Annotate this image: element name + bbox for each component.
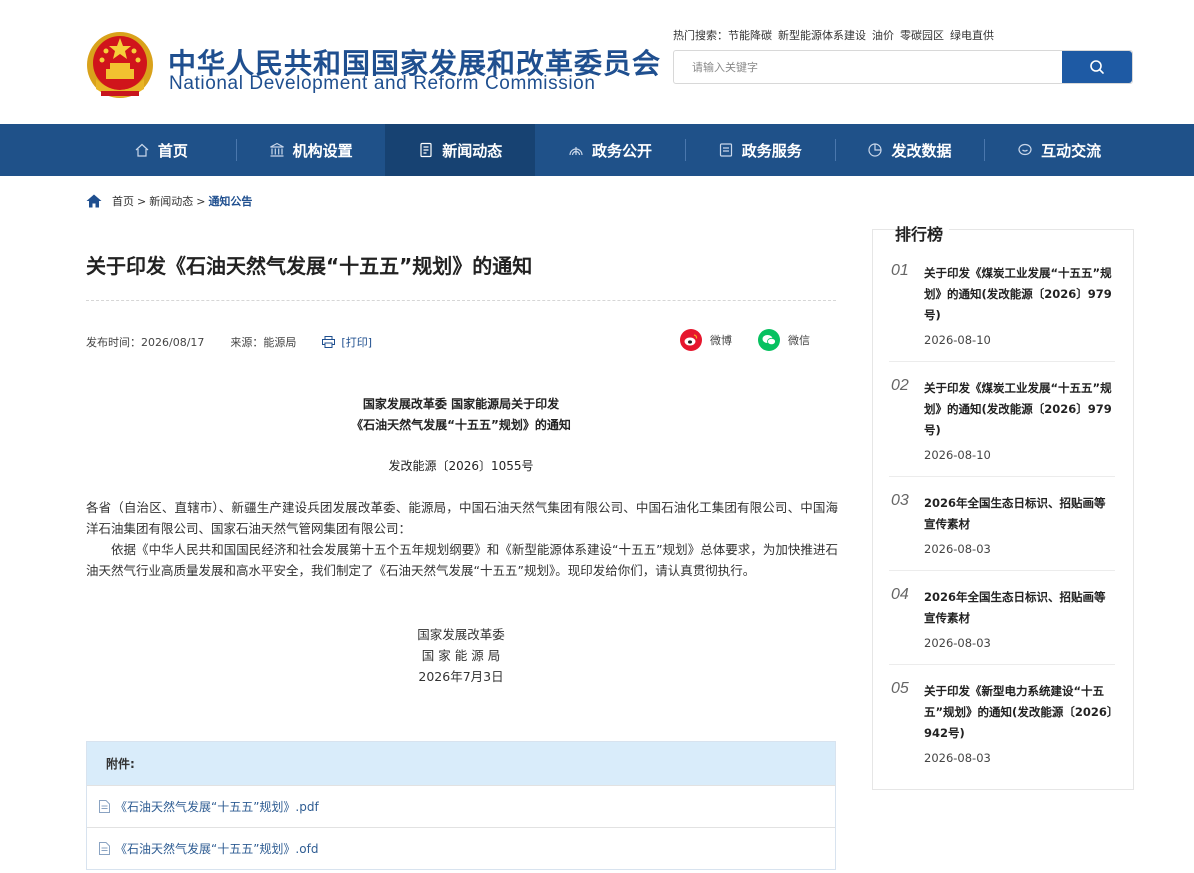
ranking-link[interactable]: 关于印发《煤炭工业发展“十五五”规划》的通知(发改能源〔2026〕979号) xyxy=(924,266,1112,322)
national-emblem-icon[interactable] xyxy=(86,29,154,101)
nav-item-label: 互动交流 xyxy=(1041,141,1102,160)
addressee: 各省（自治区、直辖市）、新疆生产建设兵团发展改革委、能源局，中国石油天然气集团有… xyxy=(86,500,838,536)
article-paragraph: 依据《中华人民共和国国民经济和社会发展第十五个五年规划纲要》和《新型能源体系建设… xyxy=(86,542,838,578)
search-input[interactable] xyxy=(674,51,1064,83)
search-icon xyxy=(1090,60,1104,74)
open-gov-icon xyxy=(569,147,583,156)
ranking-link[interactable]: 关于印发《新型电力系统建设“十五五”规划》的通知(发改能源〔2026〕942号) xyxy=(924,684,1113,740)
article-source: 来源：能源局 xyxy=(230,336,297,349)
hot-search-term[interactable]: 零碳园区 xyxy=(900,29,944,42)
share-weibo[interactable]: 微博 xyxy=(680,329,732,351)
hot-search-term[interactable]: 绿电直供 xyxy=(950,29,994,42)
nav-item-label: 机构设置 xyxy=(292,141,353,160)
ranking-item: 02 关于印发《煤炭工业发展“十五五”规划》的通知(发改能源〔2026〕979号… xyxy=(889,377,1115,477)
hot-search-term[interactable]: 节能降碳 xyxy=(728,29,772,42)
ranking-title: 排行榜 xyxy=(895,221,950,245)
attachment-link-pdf[interactable]: 《石油天然气发展“十五五”规划》.pdf xyxy=(87,785,835,827)
ranking-number: 04 xyxy=(891,586,909,603)
nav-item-interaction[interactable]: 互动交流 xyxy=(984,124,1134,176)
ranking-link[interactable]: 2026年全国生态日标识、招贴画等宣传素材 xyxy=(924,496,1106,531)
ranking-date: 2026-08-03 xyxy=(924,542,991,556)
ranking-date: 2026-08-03 xyxy=(924,751,991,765)
home-icon[interactable] xyxy=(86,194,102,208)
site-header: 中华人民共和国国家发展和改革委员会 National Development a… xyxy=(0,0,1194,124)
weibo-icon xyxy=(680,329,702,351)
ranking-item: 01 关于印发《煤炭工业发展“十五五”规划》的通知(发改能源〔2026〕979号… xyxy=(889,262,1115,362)
breadcrumb-home[interactable]: 首页 xyxy=(112,193,134,209)
printer-icon xyxy=(322,336,336,348)
article-body: 各省（自治区、直辖市）、新疆生产建设兵团发展改革委、能源局，中国石油天然气集团有… xyxy=(86,497,838,581)
site-name-en[interactable]: National Development and Reform Commissi… xyxy=(169,73,595,95)
document-icon xyxy=(99,842,110,855)
attachment-name: 《石油天然气发展“十五五”规划》.pdf xyxy=(115,800,319,814)
attachment-link-ofd[interactable]: 《石油天然气发展“十五五”规划》.ofd xyxy=(87,827,835,869)
home-icon xyxy=(135,143,149,157)
breadcrumb-separator: > xyxy=(196,194,206,208)
nav-item-label: 新闻动态 xyxy=(442,141,503,160)
nav-item-label: 发改数据 xyxy=(891,141,952,160)
ranking-number: 05 xyxy=(891,680,909,697)
hot-search-term[interactable]: 新型能源体系建设 xyxy=(778,29,866,42)
chat-icon xyxy=(1018,143,1032,156)
breadcrumb-current[interactable]: 通知公告 xyxy=(208,193,252,209)
page-title: 关于印发《石油天然气发展“十五五”规划》的通知 xyxy=(86,254,533,278)
doc-title-line2: 《石油天然气发展“十五五”规划》的通知 xyxy=(351,418,571,432)
title-divider xyxy=(86,300,836,301)
nav-item-label: 政务公开 xyxy=(592,141,653,160)
institution-icon xyxy=(269,142,284,157)
ranking-item: 03 2026年全国生态日标识、招贴画等宣传素材 2026-08-03 xyxy=(889,492,1115,571)
ranking-date: 2026-08-03 xyxy=(924,636,991,650)
share-weibo-label: 微博 xyxy=(710,334,732,347)
ranking-list: 01 关于印发《煤炭工业发展“十五五”规划》的通知(发改能源〔2026〕979号… xyxy=(889,262,1115,794)
data-icon xyxy=(868,143,883,157)
print-label: [打印] xyxy=(341,336,372,349)
attachment-name: 《石油天然气发展“十五五”规划》.ofd xyxy=(115,842,319,856)
print-button[interactable]: [打印] xyxy=(322,334,372,350)
service-icon xyxy=(719,143,732,157)
breadcrumb: 首页 > 新闻动态 > 通知公告 xyxy=(86,193,252,209)
ranking-number: 02 xyxy=(891,377,909,394)
doc-title-line1: 国家发展改革委 国家能源局关于印发 xyxy=(362,397,560,411)
ranking-item: 04 2026年全国生态日标识、招贴画等宣传素材 2026-08-03 xyxy=(889,586,1115,665)
nav-item-service[interactable]: 政务服务 xyxy=(684,124,835,176)
sign-date: 2026年7月3日 xyxy=(418,669,504,684)
hot-search: 热门搜索：节能降碳 新型能源体系建设 油价 零碳园区 绿电直供 xyxy=(673,27,994,43)
document-icon xyxy=(99,800,110,813)
search-box xyxy=(673,50,1133,84)
sign-org-nea: 国 家 能 源 局 xyxy=(421,648,501,663)
breadcrumb-separator: > xyxy=(137,194,147,208)
ranking-date: 2026-08-10 xyxy=(924,333,991,347)
share-wechat[interactable]: 微信 xyxy=(758,329,810,351)
ranking-item: 05 关于印发《新型电力系统建设“十五五”规划》的通知(发改能源〔2026〕94… xyxy=(889,680,1115,779)
doc-number: 发改能源〔2026〕1055号 xyxy=(388,459,534,473)
hot-search-label: 热门搜索： xyxy=(673,29,728,42)
ranking-link[interactable]: 关于印发《煤炭工业发展“十五五”规划》的通知(发改能源〔2026〕979号) xyxy=(924,381,1112,437)
nav-item-home[interactable]: 首页 xyxy=(86,124,236,176)
breadcrumb-news[interactable]: 新闻动态 xyxy=(149,193,193,209)
nav-item-open-gov[interactable]: 政务公开 xyxy=(535,124,685,176)
ranking-link[interactable]: 2026年全国生态日标识、招贴画等宣传素材 xyxy=(924,590,1106,625)
nav-item-news[interactable]: 新闻动态 xyxy=(385,124,536,176)
ranking-number: 01 xyxy=(891,262,909,279)
nav-item-institution[interactable]: 机构设置 xyxy=(235,124,386,176)
ranking-panel: 排行榜 01 关于印发《煤炭工业发展“十五五”规划》的通知(发改能源〔2026〕… xyxy=(872,221,1134,790)
nav-item-label: 政务服务 xyxy=(741,141,802,160)
main-nav: 首页 机构设置 新闻动态 政务公开 政务服务 发改数据 互动交流 xyxy=(0,124,1194,176)
nav-item-data[interactable]: 发改数据 xyxy=(834,124,985,176)
share-wechat-label: 微信 xyxy=(788,334,810,347)
ranking-date: 2026-08-10 xyxy=(924,448,991,462)
nav-item-label: 首页 xyxy=(157,141,188,160)
attachments-label: 附件: xyxy=(87,742,835,785)
publish-time: 发布时间：2026/08/17 xyxy=(86,336,205,349)
article-meta: 发布时间：2026/08/17 来源：能源局 [打印] xyxy=(86,334,372,350)
hot-search-term[interactable]: 油价 xyxy=(872,29,894,42)
search-button[interactable] xyxy=(1062,51,1132,83)
sign-org-ndrc: 国家发展改革委 xyxy=(417,627,505,642)
attachments-box: 附件: 《石油天然气发展“十五五”规划》.pdf 《石油天然气发展“十五五”规划… xyxy=(86,741,836,870)
news-icon xyxy=(420,142,432,158)
ranking-number: 03 xyxy=(891,492,909,509)
wechat-icon xyxy=(758,329,780,351)
